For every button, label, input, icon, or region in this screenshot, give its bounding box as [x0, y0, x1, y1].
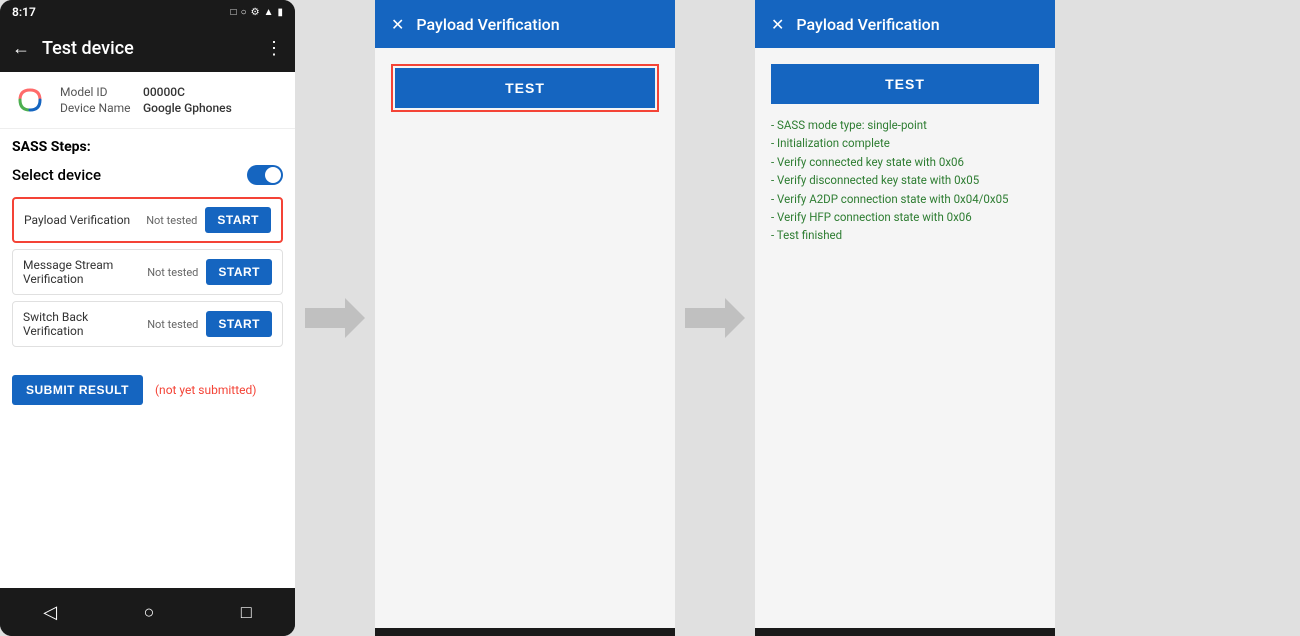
- model-label: Model ID: [60, 85, 135, 99]
- model-row: Model ID 00000C: [60, 85, 232, 99]
- payload-step-name: Payload Verification: [24, 213, 138, 227]
- dialog1-title: Payload Verification: [416, 15, 559, 34]
- payload-start-button[interactable]: START: [205, 207, 271, 233]
- result-line-item: - Verify HFP connection state with 0x06: [771, 208, 1039, 226]
- switch-step-status: Not tested: [147, 318, 198, 331]
- dialog2-test-btn-container: TEST: [771, 64, 1039, 104]
- app-title: Test device: [42, 38, 253, 59]
- device-name-value: Google Gphones: [143, 101, 232, 115]
- dialog2-close-button[interactable]: ✕: [771, 15, 784, 34]
- dialog2-body: TEST - SASS mode type: single-point- Ini…: [755, 48, 1055, 628]
- result-line-item: - Verify connected key state with 0x06: [771, 153, 1039, 171]
- dialog2-panel: ✕ Payload Verification TEST - SASS mode …: [755, 0, 1055, 636]
- payload-verification-step: Payload Verification Not tested START: [12, 197, 283, 243]
- device-name-label: Device Name: [60, 101, 135, 115]
- select-device-row: Select device: [12, 165, 283, 185]
- home-nav-icon[interactable]: ○: [144, 602, 155, 623]
- model-value: 00000C: [143, 85, 185, 99]
- status-time: 8:17: [12, 5, 36, 19]
- status-icons: □ ○ ⚙ ▲ ▮: [231, 7, 283, 18]
- device-name-row: Device Name Google Gphones: [60, 101, 232, 115]
- dialog2-title: Payload Verification: [796, 15, 939, 34]
- device-logo: [12, 82, 48, 118]
- switch-back-step: Switch Back Verification Not tested STAR…: [12, 301, 283, 347]
- submit-result-button[interactable]: SUBMIT RESULT: [12, 375, 143, 405]
- result-line-item: - Verify disconnected key state with 0x0…: [771, 171, 1039, 189]
- dialog2-bottom-bar: [755, 628, 1055, 636]
- back-button[interactable]: ←: [12, 38, 30, 59]
- result-line-item: - Verify A2DP connection state with 0x04…: [771, 190, 1039, 208]
- dialog1-test-button[interactable]: TEST: [395, 68, 655, 108]
- message-step-status: Not tested: [147, 266, 198, 279]
- switch-step-name: Switch Back Verification: [23, 310, 139, 338]
- dialog1-bottom-bar: [375, 628, 675, 636]
- dialog1-panel: ✕ Payload Verification TEST: [375, 0, 675, 636]
- arrow2-icon: [685, 298, 745, 338]
- payload-step-status: Not tested: [146, 214, 197, 227]
- switch-start-button[interactable]: START: [206, 311, 272, 337]
- back-nav-icon[interactable]: ◁: [43, 602, 57, 623]
- menu-button[interactable]: ⋮: [265, 38, 283, 59]
- select-device-label: Select device: [12, 166, 101, 184]
- dialog1-test-btn-container: TEST: [391, 64, 659, 112]
- app-content: Model ID 00000C Device Name Google Gphon…: [0, 72, 295, 588]
- result-lines: - SASS mode type: single-point- Initiali…: [771, 116, 1039, 245]
- arrow2-container: [675, 0, 755, 636]
- submit-status: (not yet submitted): [155, 383, 257, 397]
- settings-icon: ⚙: [251, 7, 260, 18]
- select-device-toggle[interactable]: [247, 165, 283, 185]
- dialog1-close-button[interactable]: ✕: [391, 15, 404, 34]
- app-bar: ← Test device ⋮: [0, 24, 295, 72]
- battery-icon: ▮: [277, 7, 283, 18]
- device-details: Model ID 00000C Device Name Google Gphon…: [60, 85, 232, 115]
- phone-frame: 8:17 □ ○ ⚙ ▲ ▮ ← Test device ⋮ Model ID: [0, 0, 295, 636]
- dialog1-header: ✕ Payload Verification: [375, 0, 675, 48]
- dialog2-header: ✕ Payload Verification: [755, 0, 1055, 48]
- sass-title: SASS Steps:: [12, 139, 283, 155]
- result-line-item: - Test finished: [771, 226, 1039, 244]
- submit-row: SUBMIT RESULT (not yet submitted): [0, 363, 295, 417]
- status-bar: 8:17 □ ○ ⚙ ▲ ▮: [0, 0, 295, 24]
- result-line-item: - Initialization complete: [771, 134, 1039, 152]
- sim-icon: ○: [241, 7, 247, 18]
- signal-icon: □: [231, 7, 237, 18]
- message-step-name: Message Stream Verification: [23, 258, 139, 286]
- wifi-icon: ▲: [264, 7, 274, 18]
- message-stream-step: Message Stream Verification Not tested S…: [12, 249, 283, 295]
- sass-section: SASS Steps: Select device Payload Verifi…: [0, 129, 295, 363]
- nav-bar: ◁ ○ □: [0, 588, 295, 636]
- dialog1-test-btn-highlight: TEST: [391, 64, 659, 112]
- recents-nav-icon[interactable]: □: [241, 602, 252, 623]
- dialog1-body: TEST: [375, 48, 675, 628]
- result-line-item: - SASS mode type: single-point: [771, 116, 1039, 134]
- message-start-button[interactable]: START: [206, 259, 272, 285]
- device-info: Model ID 00000C Device Name Google Gphon…: [0, 72, 295, 129]
- arrow1-container: [295, 0, 375, 636]
- arrow1-icon: [305, 298, 365, 338]
- dialog2-test-button[interactable]: TEST: [771, 64, 1039, 104]
